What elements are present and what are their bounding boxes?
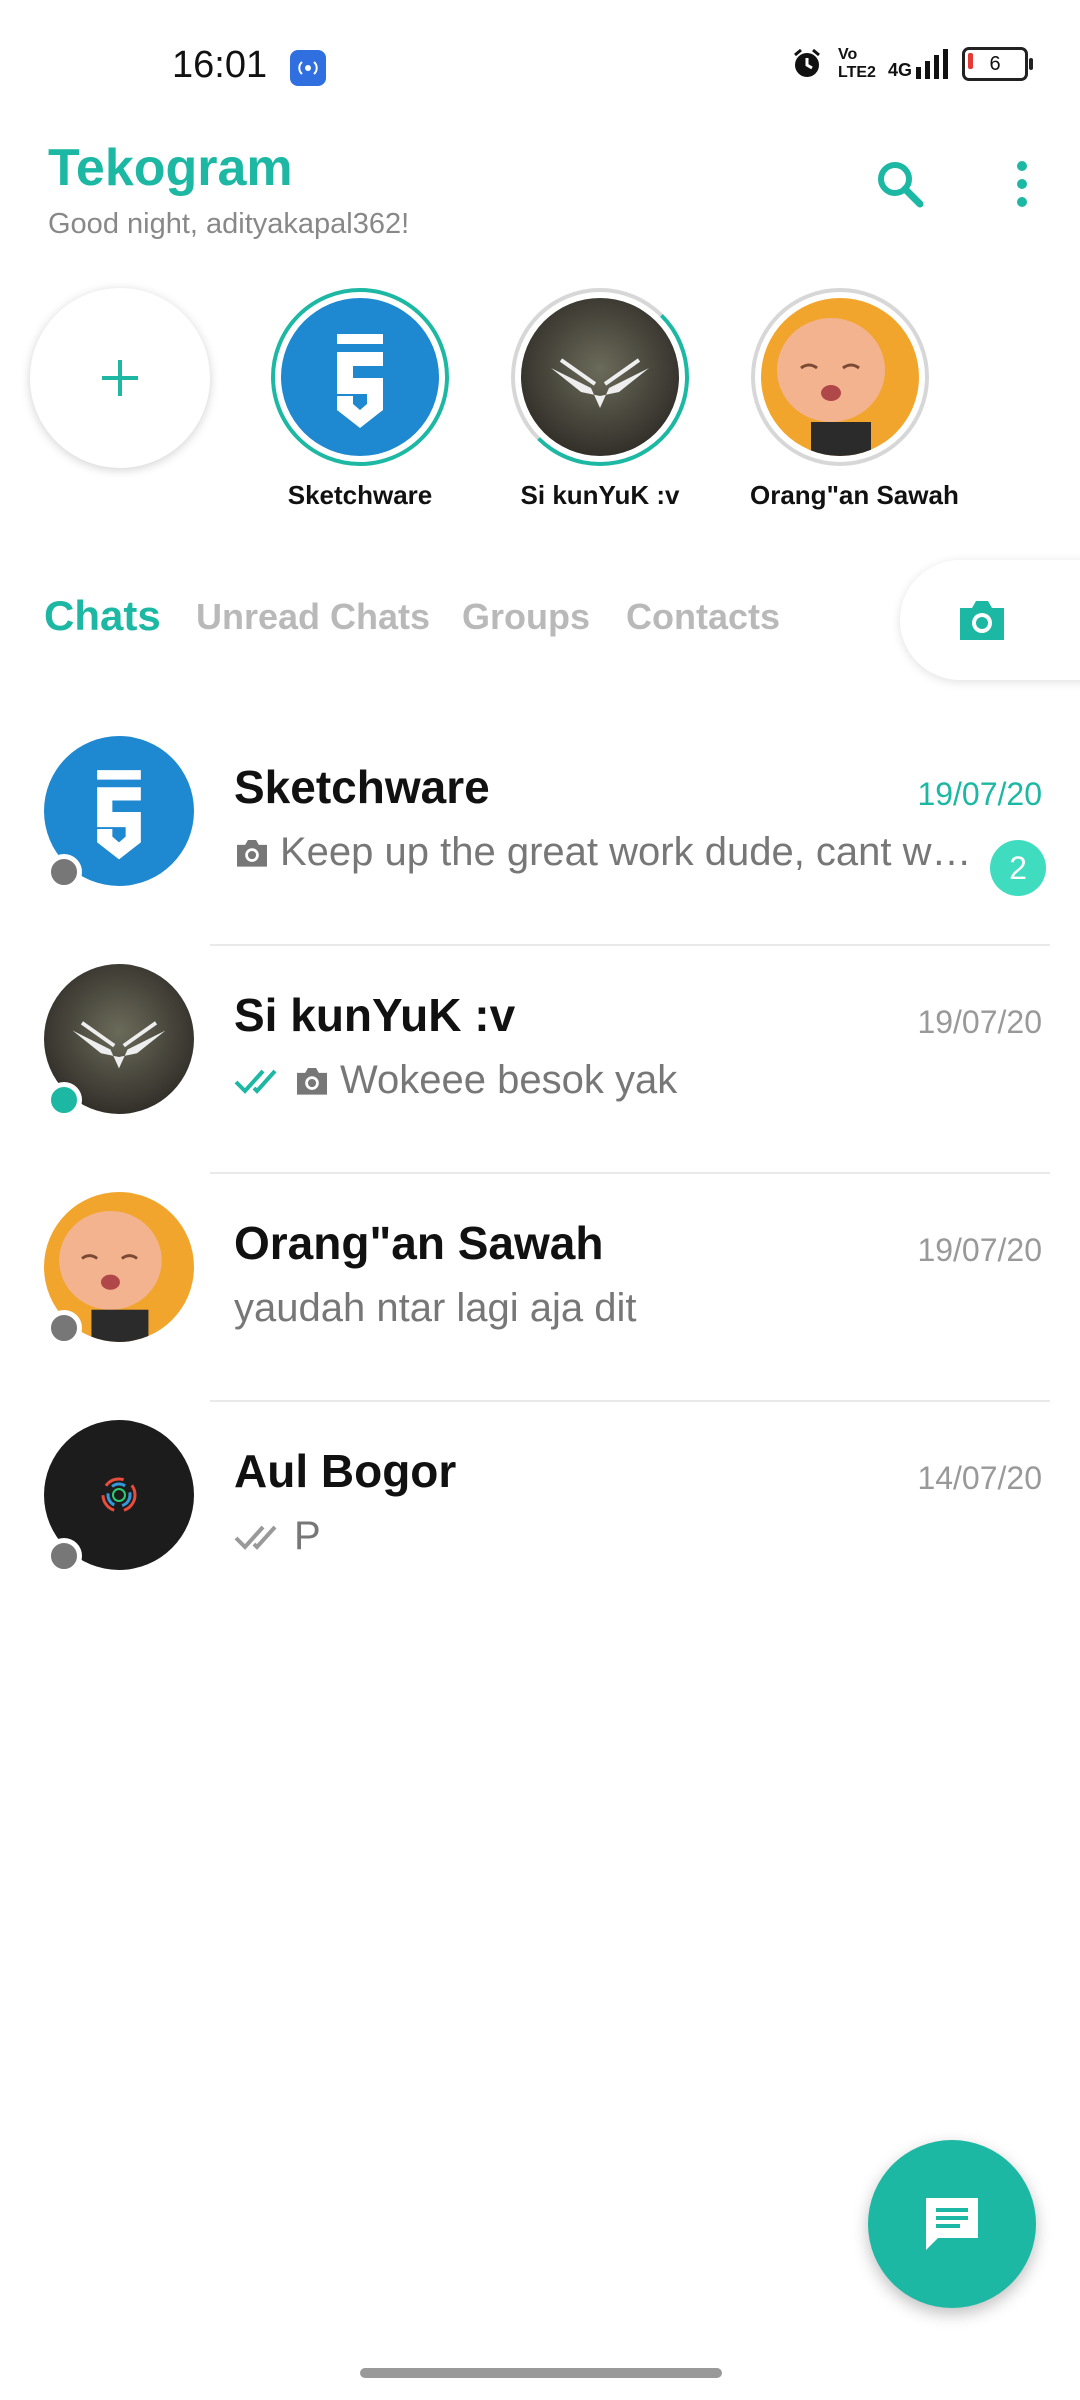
message-icon — [926, 2198, 978, 2250]
chat-item-aul-bogor[interactable]: Aul Bogor P 14/07/20 — [0, 1402, 1080, 1630]
tab-chats[interactable]: Chats — [44, 592, 161, 640]
story-label: Sketchware — [287, 480, 433, 510]
story-label: Orang"an Sawah — [750, 480, 959, 510]
chat-name: Aul Bogor — [234, 1445, 457, 1497]
story-si-kunyuk[interactable]: Si kunYuK :v — [510, 288, 690, 511]
chat-preview: P — [234, 1514, 321, 1559]
camera-icon — [237, 839, 267, 867]
tab-unread-chats[interactable]: Unread Chats — [196, 596, 430, 638]
chat-date: 19/07/20 — [917, 1232, 1042, 1268]
camera-icon — [960, 601, 1004, 640]
chat-preview: Keep up the great work dude, cant w… — [234, 830, 972, 875]
avatar — [281, 298, 439, 456]
app-title: Tekogram — [48, 139, 293, 197]
hotspot-icon — [290, 50, 326, 86]
tab-contacts[interactable]: Contacts — [626, 596, 780, 638]
story-sketchware[interactable]: Sketchware — [270, 288, 450, 511]
story-ring — [271, 288, 449, 466]
new-chat-button[interactable] — [868, 2140, 1036, 2308]
status-icons: Vo LTE2 4G 6 — [790, 46, 1033, 82]
greeting-subtitle: Good night, adityakapal362! — [48, 208, 410, 240]
story-ring — [511, 288, 689, 466]
status-time: 16:01 — [172, 44, 268, 86]
presence-indicator-offline — [46, 854, 82, 890]
volte-indicator: Vo LTE2 — [837, 46, 876, 81]
chat-item-si-kunyuk[interactable]: Si kunYuK :v Wokeee besok yak 19/07/20 — [0, 946, 1080, 1174]
chat-preview: Wokeee besok yak — [234, 1058, 677, 1103]
tab-groups[interactable]: Groups — [462, 596, 590, 638]
avatar — [761, 298, 919, 456]
double-check-icon — [234, 1069, 277, 1094]
unread-count-badge: 2 — [990, 840, 1046, 896]
camera-button[interactable] — [900, 560, 1080, 680]
camera-icon — [297, 1067, 327, 1095]
chat-name: Orang"an Sawah — [234, 1217, 604, 1269]
chat-date: 14/07/20 — [917, 1460, 1042, 1496]
chat-date: 19/07/20 — [917, 1004, 1042, 1040]
battery-icon: 6 — [962, 47, 1033, 81]
story-ring — [751, 288, 929, 466]
alarm-icon — [794, 48, 820, 77]
chat-preview: yaudah ntar lagi aja dit — [234, 1286, 637, 1330]
plus-icon — [102, 360, 138, 396]
home-indicator[interactable] — [360, 2368, 722, 2378]
more-vert-icon[interactable] — [1002, 156, 1042, 212]
story-label: Si kunYuK :v — [520, 480, 680, 510]
chat-name: Sketchware — [234, 761, 490, 813]
story-orangan-sawah[interactable]: Orang"an Sawah — [750, 288, 959, 511]
add-story-button[interactable] — [30, 288, 210, 468]
signal-icon: 4G — [888, 49, 948, 79]
presence-indicator-offline — [46, 1538, 82, 1574]
chat-item-orangan-sawah[interactable]: Orang"an Sawah yaudah ntar lagi aja dit … — [0, 1174, 1080, 1402]
chat-name: Si kunYuK :v — [234, 989, 516, 1041]
chat-item-sketchware[interactable]: Sketchware Keep up the great work dude, … — [0, 718, 1080, 946]
presence-indicator-offline — [46, 1310, 82, 1346]
chat-date: 19/07/20 — [917, 776, 1042, 812]
search-icon[interactable] — [872, 156, 928, 212]
presence-indicator-online — [46, 1082, 82, 1118]
double-check-icon — [234, 1525, 277, 1550]
avatar — [521, 298, 679, 456]
